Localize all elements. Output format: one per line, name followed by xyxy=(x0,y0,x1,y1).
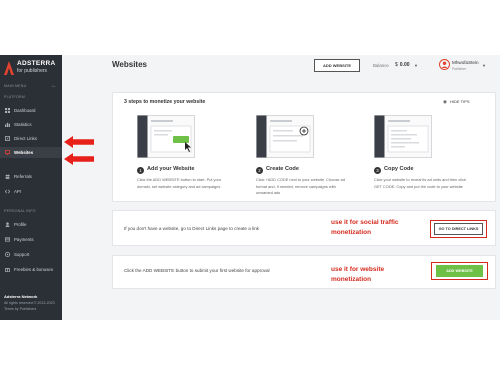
brand-logo[interactable]: ADSTERRA for publishers xyxy=(4,59,62,77)
sidebar-item-label: API xyxy=(14,189,22,194)
step-description: Click +ADD CODE next to your website. Ch… xyxy=(256,177,345,196)
balance-label: Balance xyxy=(373,63,389,68)
hide-tips-button[interactable]: HIDE TIPS xyxy=(450,99,470,104)
link-icon xyxy=(5,136,10,141)
gift-icon xyxy=(5,268,10,272)
sidebar-item-label: Support xyxy=(14,252,30,257)
add-website-hint: Click the ADD WEBSITE button to submit y… xyxy=(124,268,270,273)
sidebar: ADSTERRA for publishers MAIN MENU ← PLAT… xyxy=(0,55,62,320)
balance-amount: 0.00 xyxy=(399,62,410,68)
go-to-direct-links-button[interactable]: GO TO DIRECT LINKS xyxy=(434,223,483,235)
balance-value[interactable]: $0.00 xyxy=(395,62,410,68)
step-title: Add your Website xyxy=(147,166,195,172)
footer-made-by[interactable]: Terms by Publishers xyxy=(4,307,36,311)
code-icon xyxy=(5,189,10,194)
platform-label: PLATFORM xyxy=(4,95,25,99)
sidebar-item-label: Referrals xyxy=(14,174,32,179)
copy-code-illustration xyxy=(374,115,432,158)
sidebar-item-direct-links[interactable]: Direct Links xyxy=(0,133,62,144)
red-arrow-icon xyxy=(64,153,94,165)
monitor-icon xyxy=(5,150,10,155)
step-number: 2 xyxy=(256,167,263,174)
balance-currency: $ xyxy=(395,62,398,68)
step-number: 1 xyxy=(137,167,144,174)
footer-company: Adsterra Network xyxy=(4,294,38,299)
avatar[interactable] xyxy=(439,59,450,70)
bar-chart-icon xyxy=(5,122,10,127)
main-menu-label: MAIN MENU xyxy=(4,84,27,88)
sidebar-item-support[interactable]: Support xyxy=(0,249,62,260)
collapse-arrow-icon[interactable]: ← xyxy=(51,83,57,89)
page-title: Websites xyxy=(112,60,147,69)
sidebar-item-label: Dashboard xyxy=(14,108,36,113)
sidebar-item-payments[interactable]: Payments xyxy=(0,234,62,245)
sidebar-item-freebies[interactable]: Freebies & bonuses xyxy=(0,264,62,275)
sidebar-item-websites[interactable]: Websites xyxy=(0,147,62,158)
chevron-down-icon[interactable]: ▼ xyxy=(482,63,486,68)
card-icon xyxy=(5,237,10,242)
steps-card-title: 3 steps to monetize your website xyxy=(124,99,206,105)
annotation-social-traffic: use it for social traffic monetization xyxy=(331,219,399,236)
user-role: Publisher xyxy=(452,67,467,71)
add-website-illustration xyxy=(137,115,195,158)
add-website-header-button[interactable]: ADD WEBSITE xyxy=(314,59,360,72)
personal-info-label: PERSONAL INFO xyxy=(4,209,36,213)
step-title: Copy Code xyxy=(384,166,414,172)
chevron-down-icon[interactable]: ▼ xyxy=(414,63,418,68)
step-description: Click the ADD WEBSITE button to start. P… xyxy=(137,177,222,189)
red-arrow-icon xyxy=(64,136,94,148)
step-number: 3 xyxy=(374,167,381,174)
step-title: Create Code xyxy=(266,166,299,172)
sidebar-item-label: Websites xyxy=(14,150,34,155)
step-description: Click your website to reveal its ad unit… xyxy=(374,177,466,189)
sidebar-item-profile[interactable]: Profile xyxy=(0,219,62,230)
brand-tagline: for publishers xyxy=(17,68,48,74)
eye-off-icon[interactable]: ◉ xyxy=(443,99,447,105)
sidebar-item-label: Freebies & bonuses xyxy=(14,267,54,272)
support-icon xyxy=(5,252,10,257)
create-code-illustration xyxy=(256,115,314,158)
adsterra-logo-icon xyxy=(4,61,14,75)
sidebar-item-referrals[interactable]: Referrals xyxy=(0,171,62,182)
sidebar-item-dashboard[interactable]: Dashboard xyxy=(0,105,62,116)
dashboard-icon xyxy=(5,108,10,113)
sidebar-item-label: Payments xyxy=(14,237,34,242)
direct-links-hint: If you don't have a website, go to Direc… xyxy=(124,226,259,231)
footer-rights: All rights reserved © 2013-2023 xyxy=(4,301,55,305)
brand-name: ADSTERRA xyxy=(17,60,56,67)
user-icon xyxy=(5,222,10,227)
annotation-website-monetization: use it for website monetization xyxy=(331,266,385,283)
user-name[interactable]: MhwofaStein xyxy=(452,60,479,65)
sidebar-item-api[interactable]: API xyxy=(0,186,62,197)
people-icon xyxy=(5,174,10,179)
sidebar-item-label: Direct Links xyxy=(14,136,37,141)
sidebar-item-label: Profile xyxy=(14,222,27,227)
add-website-button[interactable]: ADD WEBSITE xyxy=(436,265,483,277)
sidebar-item-label: Statistics xyxy=(14,122,32,127)
sidebar-item-statistics[interactable]: Statistics xyxy=(0,119,62,130)
